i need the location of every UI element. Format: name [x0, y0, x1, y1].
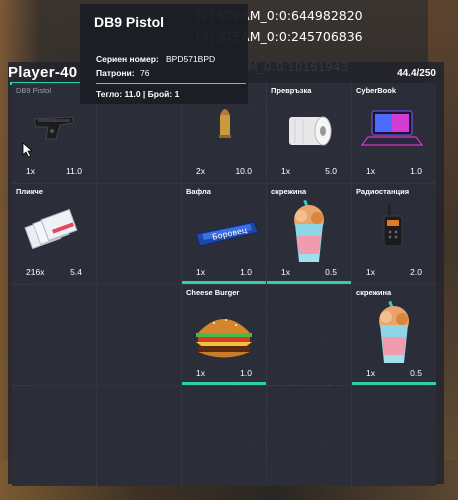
slot-item-weight: 10.0: [235, 166, 252, 176]
slot-durability-bar: [352, 382, 436, 385]
slot-item-weight: 5.0: [325, 166, 337, 176]
radio-icon: [383, 204, 403, 247]
slot-item-weight: 1.0: [240, 368, 252, 378]
inventory-slot[interactable]: Cheese Burger 1x 1.0: [182, 285, 266, 385]
inventory-slot[interactable]: CyberBook 1x 1.0: [352, 83, 436, 183]
inventory-slot-empty[interactable]: [267, 285, 351, 385]
slot-item-weight: 1.0: [410, 166, 422, 176]
slot-item-weight: 2.0: [410, 267, 422, 277]
inventory-slot[interactable]: Вафла Боровец 1x 1.0: [182, 184, 266, 284]
inventory-slot-empty[interactable]: [12, 285, 96, 385]
slush-drink-icon: [294, 199, 324, 262]
inventory-slot[interactable]: скрежина 1x 0.5: [352, 285, 436, 385]
slot-item-count: 2x: [196, 166, 205, 176]
burger-icon: [196, 319, 252, 358]
inventory-slot-empty[interactable]: [97, 184, 181, 284]
slot-item-weight: 0.5: [325, 267, 337, 277]
slot-item-count: 1x: [196, 267, 205, 277]
slot-item-count: 1x: [366, 267, 375, 277]
tooltip-divider: [96, 83, 246, 84]
slot-durability-bar: [267, 281, 351, 284]
slot-item-count: 1x: [281, 166, 290, 176]
inventory-slot-empty[interactable]: [267, 386, 351, 486]
laptop-icon: [361, 110, 423, 146]
tooltip-ammo-value: 76: [140, 68, 150, 78]
inventory-slot-empty[interactable]: [182, 386, 266, 486]
slot-item-count: 1x: [281, 267, 290, 277]
tooltip-serial-label: Сериен номер:: [96, 54, 159, 64]
player-name: Player-40: [8, 64, 78, 81]
inventory-slot-empty[interactable]: [352, 386, 436, 486]
tooltip-footer: Тегло: 11.0 | Брой: 1: [96, 89, 180, 99]
inventory-weight: 44.4/250: [397, 68, 436, 79]
inventory-grid: DB9 Pistol 1x11.0Патрони за пис... 2x10.…: [12, 83, 436, 486]
tooltip-serial-value: BPD571BPD: [166, 54, 216, 64]
inventory-slot-empty[interactable]: [97, 285, 181, 385]
inventory-slot[interactable]: Превръзка 1x 5.0: [267, 83, 351, 183]
inventory-slot[interactable]: скрежина 1x 0.5: [267, 184, 351, 284]
inventory-slot-empty[interactable]: [97, 386, 181, 486]
plastic-bags-icon: [24, 208, 78, 250]
mouse-cursor-icon: [22, 142, 34, 158]
slot-item-count: 216x: [26, 267, 45, 277]
slot-item-count: 1x: [26, 166, 35, 176]
slot-item-weight: 11.0: [66, 166, 82, 176]
inventory-slot-empty[interactable]: [12, 386, 96, 486]
slot-item-weight: 1.0: [240, 267, 252, 277]
wafer-icon: Боровец: [195, 221, 259, 247]
bandage-icon: [289, 116, 332, 146]
inventory-panel: Player-40 44.4/250 DB9 Pistol 1x11.0Патр…: [8, 62, 444, 486]
slot-item-count: 1x: [366, 368, 375, 378]
slot-item-weight: 0.5: [410, 368, 422, 378]
tooltip-ammo-label: Патрони:: [96, 68, 135, 78]
slush-drink-icon: [379, 300, 409, 363]
slot-item-count: 1x: [366, 166, 375, 176]
slot-durability-bar: [182, 382, 266, 385]
slot-durability-bar: [182, 281, 266, 284]
inventory-slot[interactable]: Пликче 216x 5.4: [12, 184, 96, 284]
slot-item-weight: 5.4: [70, 267, 82, 277]
slot-item-count: 1x: [196, 368, 205, 378]
item-tooltip: DB9 Pistol Сериен номер: BPD571BPD Патро…: [80, 4, 248, 104]
tooltip-title: DB9 Pistol: [94, 14, 165, 30]
inventory-slot[interactable]: Радиостанция 1x 2.0: [352, 184, 436, 284]
